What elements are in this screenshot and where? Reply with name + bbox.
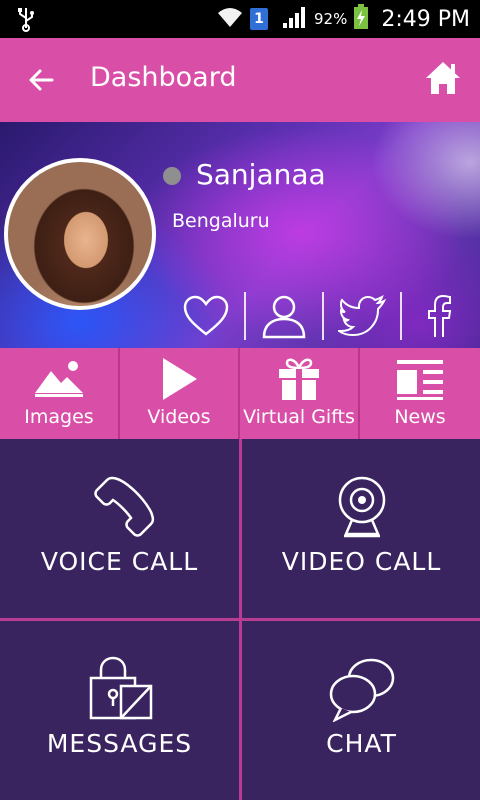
- tile-virtual-gifts[interactable]: Virtual Gifts: [240, 348, 360, 439]
- play-icon: [120, 354, 238, 404]
- phone-icon: [0, 467, 239, 547]
- image-icon: [0, 354, 118, 404]
- social-actions: [180, 290, 470, 342]
- quick-tiles: Images Videos Virtual Gifts News: [0, 348, 480, 439]
- voice-call-button[interactable]: VOICE CALL: [0, 439, 239, 618]
- tile-label: Images: [24, 406, 94, 428]
- tile-label: Videos: [147, 406, 211, 428]
- battery-percent: 92%: [314, 10, 348, 28]
- messages-button[interactable]: MESSAGES: [0, 621, 239, 800]
- action-grid: VOICE CALL VIDEO CALL MESSAGES CHAT: [0, 439, 480, 800]
- status-bar: 1 92% 2:49 PM: [0, 0, 480, 38]
- heart-icon[interactable]: [180, 293, 232, 339]
- profile-city: Bengaluru: [172, 210, 270, 232]
- action-label: CHAT: [326, 729, 397, 758]
- facebook-icon[interactable]: [414, 293, 466, 339]
- app-bar: Dashboard: [0, 38, 480, 122]
- chat-bubbles-icon: [242, 649, 480, 729]
- action-label: VIDEO CALL: [281, 547, 442, 576]
- video-call-button[interactable]: VIDEO CALL: [242, 439, 480, 618]
- envelope-lock-icon: [0, 649, 239, 729]
- battery-charging-icon: [353, 4, 369, 34]
- gift-icon: [240, 354, 358, 404]
- profile-banner: Sanjanaa Bengaluru: [0, 122, 480, 348]
- online-status-dot: [163, 167, 181, 185]
- sim-badge: 1: [250, 8, 268, 30]
- news-icon: [360, 354, 480, 404]
- clock: 2:49 PM: [381, 6, 470, 32]
- profile-name: Sanjanaa: [196, 158, 326, 191]
- tile-videos[interactable]: Videos: [120, 348, 240, 439]
- divider: [322, 292, 324, 340]
- tile-label: News: [394, 406, 446, 428]
- divider: [0, 618, 480, 621]
- divider: [244, 292, 246, 340]
- chat-button[interactable]: CHAT: [242, 621, 480, 800]
- wifi-icon: [216, 5, 244, 33]
- twitter-icon[interactable]: [336, 293, 388, 339]
- tile-images[interactable]: Images: [0, 348, 120, 439]
- tile-news[interactable]: News: [360, 348, 480, 439]
- home-icon[interactable]: [424, 60, 462, 96]
- avatar: [4, 158, 156, 310]
- tile-label: Virtual Gifts: [243, 406, 355, 428]
- usb-icon: [16, 6, 36, 36]
- back-arrow-icon[interactable]: [26, 64, 58, 96]
- action-label: MESSAGES: [46, 729, 193, 758]
- signal-icon: [282, 5, 308, 33]
- webcam-icon: [242, 467, 480, 547]
- profile-icon[interactable]: [258, 293, 310, 339]
- page-title: Dashboard: [90, 62, 237, 93]
- divider: [400, 292, 402, 340]
- action-label: VOICE CALL: [40, 547, 199, 576]
